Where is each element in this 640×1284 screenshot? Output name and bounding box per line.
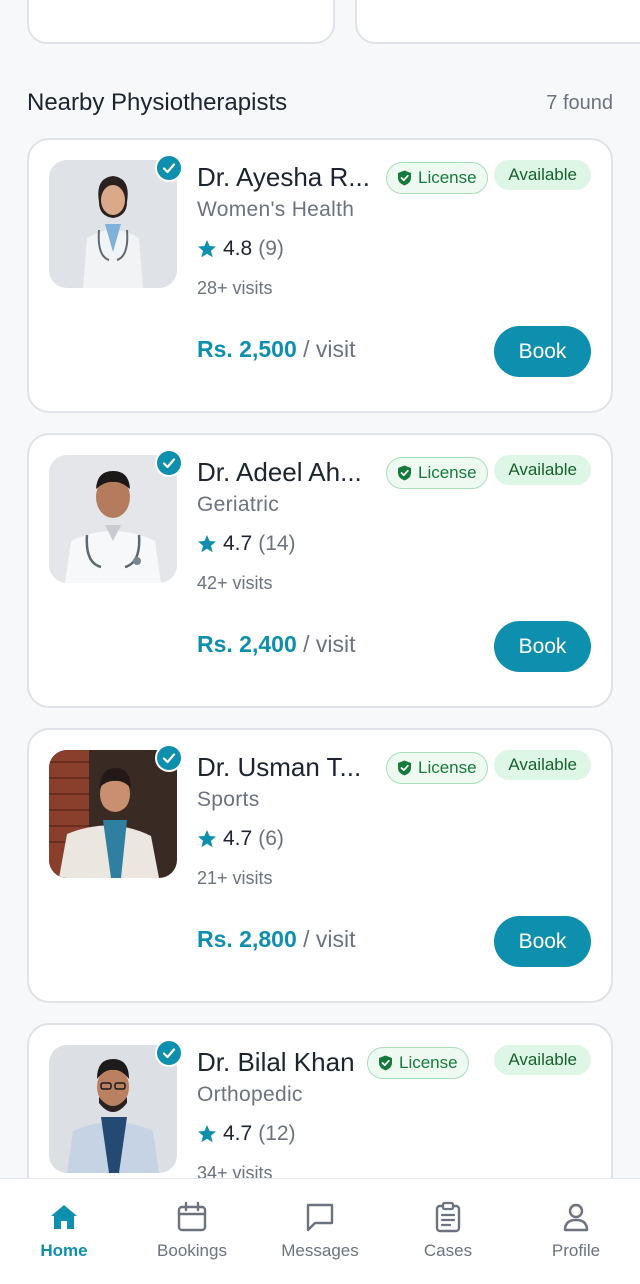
book-button[interactable]: Book	[494, 621, 591, 672]
doctor-specialty: Orthopedic	[197, 1083, 303, 1106]
review-count: (9)	[258, 237, 284, 260]
star-icon	[198, 535, 216, 553]
availability-badge: Available	[494, 1045, 591, 1075]
doctor-rating: 4.8 (9)	[197, 237, 284, 261]
price-unit: / visit	[303, 631, 356, 657]
price: Rs. 2,500 / visit	[197, 336, 356, 363]
price-amount: Rs. 2,400	[197, 631, 297, 657]
verified-check-icon	[155, 1039, 183, 1067]
nav-home[interactable]: Home	[0, 1179, 128, 1284]
license-badge: License	[386, 457, 488, 489]
doctor-rating: 4.7 (12)	[197, 1122, 296, 1146]
doctor-rating: 4.7 (6)	[197, 827, 284, 851]
doctor-rating: 4.7 (14)	[197, 532, 296, 556]
nav-label: Cases	[423, 1241, 473, 1260]
shield-check-icon	[398, 760, 411, 776]
nav-label: Home	[40, 1241, 88, 1260]
shield-check-icon	[398, 465, 411, 481]
visit-count: 28+ visits	[197, 278, 273, 298]
license-label: License	[418, 463, 477, 482]
section-header: Nearby Physiotherapists 7 found	[27, 86, 613, 120]
doctor-name: Dr. Ayesha R...	[197, 162, 370, 192]
availability-badge: Available	[494, 160, 591, 190]
price-amount: Rs. 2,800	[197, 926, 297, 952]
review-count: (14)	[258, 532, 296, 555]
bottom-nav: Home Bookings Messages Cases Profile	[0, 1178, 640, 1284]
shield-check-icon	[398, 170, 411, 186]
user-icon	[563, 1203, 589, 1232]
doctor-card[interactable]: Dr. Usman T... License Available Sports …	[27, 728, 613, 1003]
shield-check-icon	[379, 1055, 392, 1071]
verified-check-icon	[155, 744, 183, 772]
price: Rs. 2,400 / visit	[197, 631, 356, 658]
license-label: License	[399, 1053, 458, 1072]
rating-value: 4.7	[223, 1122, 253, 1145]
doctor-specialty: Geriatric	[197, 493, 280, 516]
top-card-left[interactable]	[27, 0, 335, 44]
calendar-icon	[177, 1201, 207, 1232]
doctor-specialty: Women's Health	[197, 198, 355, 221]
nav-messages[interactable]: Messages	[256, 1179, 384, 1284]
price-unit: / visit	[303, 336, 356, 362]
verified-check-icon	[155, 449, 183, 477]
chat-icon	[306, 1203, 334, 1232]
license-badge: License	[386, 752, 488, 784]
availability-badge: Available	[494, 455, 591, 485]
star-icon	[198, 240, 216, 258]
section-title: Nearby Physiotherapists	[27, 89, 288, 116]
availability-badge: Available	[494, 750, 591, 780]
license-badge: License	[367, 1047, 469, 1079]
rating-value: 4.7	[223, 532, 253, 555]
doctor-specialty: Sports	[197, 788, 260, 811]
star-icon	[198, 1125, 216, 1143]
doctor-name: Dr. Adeel Ah...	[197, 457, 362, 487]
home-icon	[51, 1205, 77, 1229]
license-label: License	[418, 758, 477, 777]
doctor-name: Dr. Usman T...	[197, 752, 362, 782]
doctor-card[interactable]: Dr. Ayesha R... License Available Women'…	[27, 138, 613, 413]
book-button[interactable]: Book	[494, 326, 591, 377]
doctor-photo	[49, 744, 183, 878]
nav-label: Profile	[551, 1241, 601, 1260]
license-label: License	[418, 168, 477, 187]
rating-value: 4.7	[223, 827, 253, 850]
doctor-photo	[49, 154, 183, 288]
price-unit: / visit	[303, 926, 356, 952]
nav-cases[interactable]: Cases	[384, 1179, 512, 1284]
review-count: (12)	[258, 1122, 296, 1145]
rating-value: 4.8	[223, 237, 253, 260]
license-badge: License	[386, 162, 488, 194]
doctor-card[interactable]: Dr. Adeel Ah... License Available Geriat…	[27, 433, 613, 708]
nav-profile[interactable]: Profile	[512, 1179, 640, 1284]
top-card-right[interactable]	[355, 0, 640, 44]
results-count: 7 found	[546, 91, 613, 114]
nav-label: Messages	[281, 1241, 359, 1260]
clipboard-icon	[435, 1201, 461, 1233]
visit-count: 21+ visits	[197, 868, 273, 888]
nav-bookings[interactable]: Bookings	[128, 1179, 256, 1284]
price-amount: Rs. 2,500	[197, 336, 297, 362]
doctor-photo	[49, 449, 183, 583]
doctor-photo	[49, 1039, 183, 1173]
verified-check-icon	[155, 154, 183, 182]
visit-count: 42+ visits	[197, 573, 273, 593]
doctor-name: Dr. Bilal Khan	[197, 1047, 355, 1077]
book-button[interactable]: Book	[494, 916, 591, 967]
star-icon	[198, 830, 216, 848]
review-count: (6)	[258, 827, 284, 850]
nav-label: Bookings	[157, 1241, 227, 1260]
price: Rs. 2,800 / visit	[197, 926, 356, 953]
